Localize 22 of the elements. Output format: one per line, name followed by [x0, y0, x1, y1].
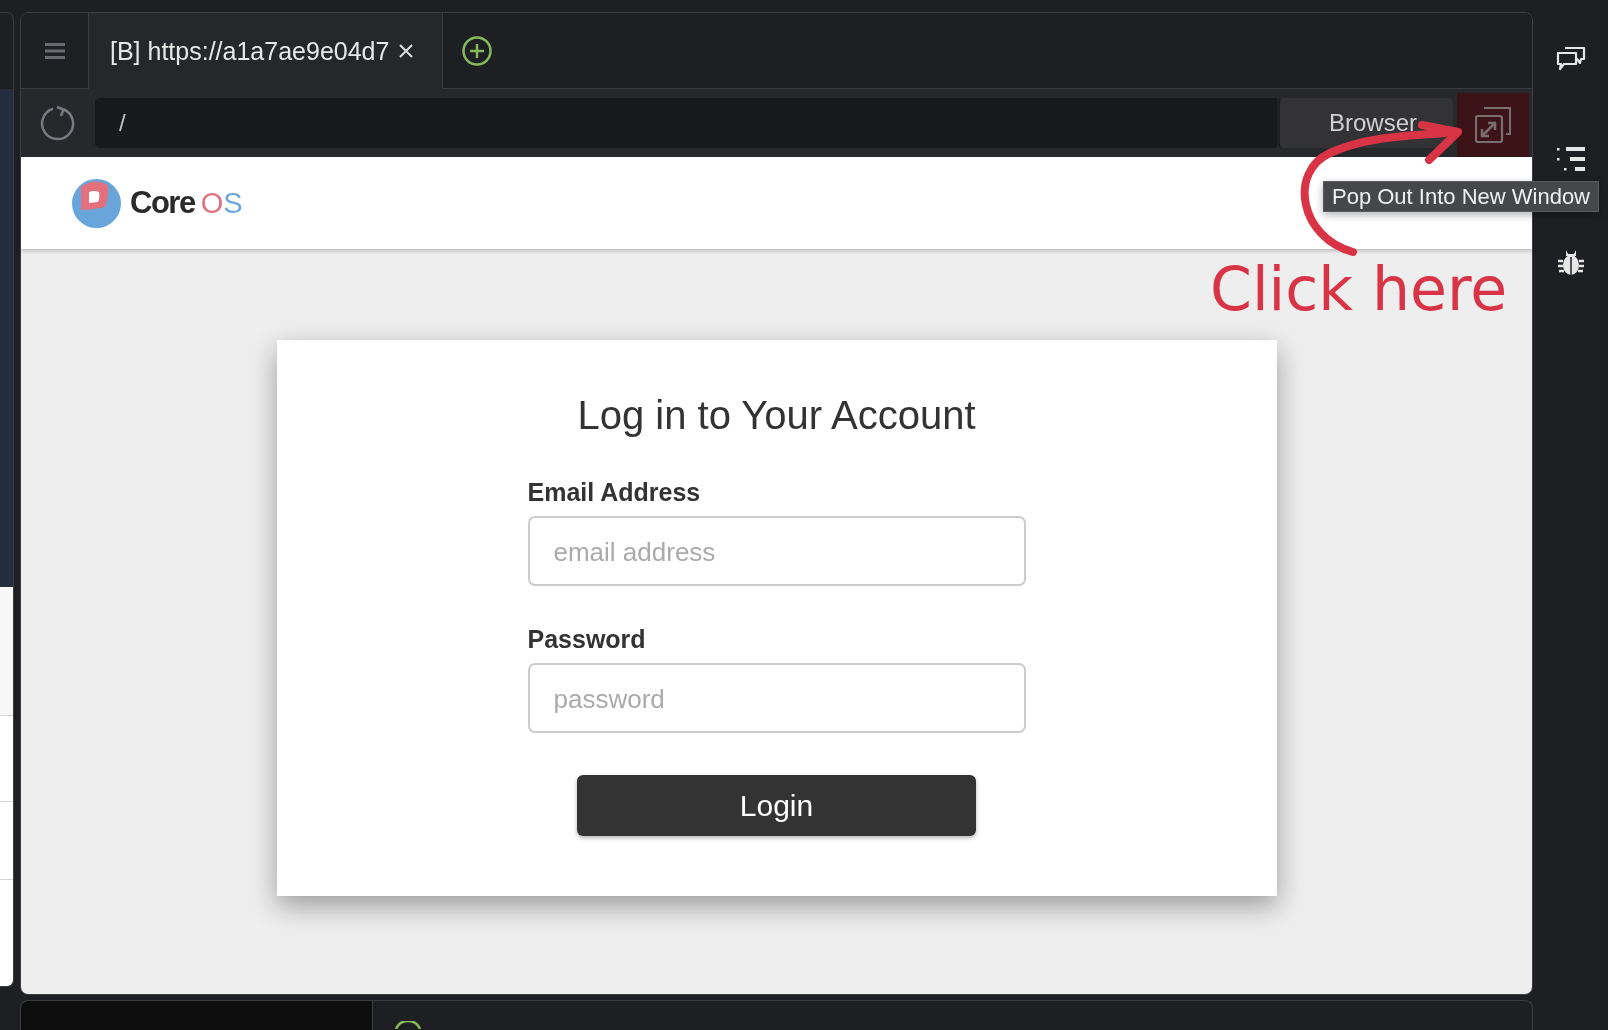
field-label: Email Address	[527, 477, 702, 507]
chat-icon[interactable]	[1555, 45, 1586, 71]
plus-circle-icon[interactable]	[462, 35, 492, 66]
pop-out-button[interactable]	[1457, 93, 1529, 157]
menu-button[interactable]	[21, 13, 89, 88]
field-label: Password	[527, 624, 647, 654]
close-icon[interactable]	[399, 44, 414, 58]
menu-icon	[44, 42, 65, 59]
logo-text: Core	[130, 185, 195, 221]
form-title: Log in to Your Account	[577, 392, 976, 439]
login-button[interactable]: Login	[577, 775, 976, 836]
square-arrow-icon[interactable]	[1475, 107, 1511, 143]
annotation-text: Click here	[1210, 258, 1508, 320]
list-icon[interactable]	[1556, 147, 1585, 172]
bug-icon[interactable]	[1557, 248, 1584, 276]
reload-icon[interactable]	[40, 105, 76, 141]
logo-icon	[72, 178, 121, 228]
input-field[interactable]: email address	[527, 516, 1026, 586]
url-field[interactable]: /	[95, 98, 1277, 148]
input-field[interactable]: password	[527, 663, 1026, 733]
tooltip: Pop Out Into New Window	[1323, 181, 1599, 212]
browser-tab[interactable]: [B] https://a1a7ae9e04d7	[89, 13, 443, 89]
